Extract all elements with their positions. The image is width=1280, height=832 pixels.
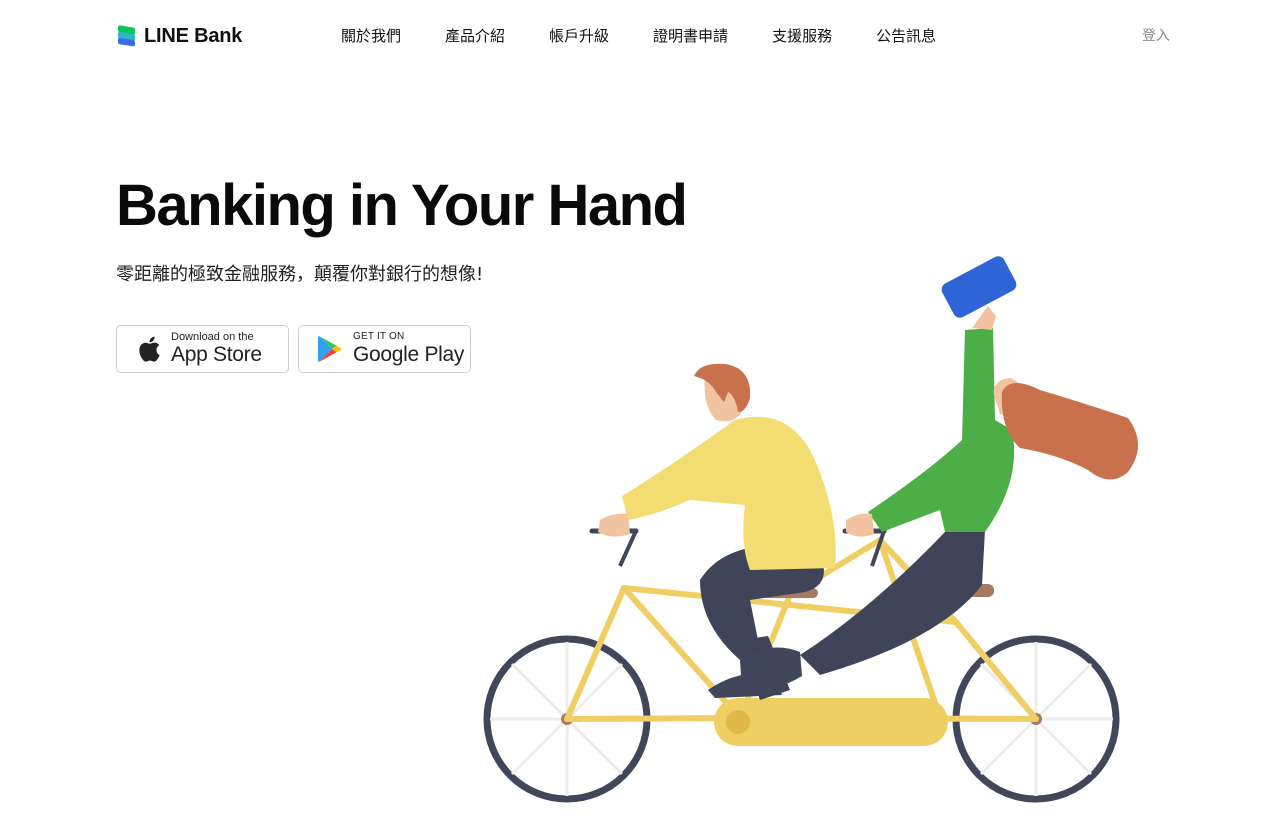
nav-item-support[interactable]: 支援服務	[772, 25, 832, 47]
app-store-small-text: Download on the	[171, 331, 254, 343]
google-play-button[interactable]: GET IT ON Google Play	[298, 325, 471, 373]
apple-icon	[133, 334, 163, 364]
line-bank-logo[interactable]: LINE Bank	[116, 24, 242, 48]
tandem-bike-illustration	[483, 256, 1138, 803]
main-nav: 關於我們 產品介紹 帳戶升級 證明書申請 支援服務 公告訊息	[341, 25, 980, 47]
app-store-button[interactable]: Download on the App Store	[116, 325, 289, 373]
logo-text: LINE Bank	[144, 24, 243, 47]
google-play-small-text: GET IT ON	[353, 331, 405, 342]
nav-item-about[interactable]: 關於我們	[341, 25, 401, 47]
google-play-icon	[315, 334, 345, 364]
google-play-big-text: Google Play	[353, 343, 465, 366]
app-store-text: Download on the App Store	[171, 331, 262, 367]
nav-item-products[interactable]: 產品介紹	[445, 25, 505, 47]
site-header: LINE Bank 關於我們 產品介紹 帳戶升級 證明書申請 支援服務 公告訊息…	[0, 0, 1280, 72]
app-store-big-text: App Store	[171, 343, 262, 366]
nav-item-account-upgrade[interactable]: 帳戶升級	[549, 25, 609, 47]
login-link[interactable]: 登入	[1142, 25, 1170, 47]
hero-subtitle: 零距離的極致金融服務，顛覆你對銀行的想像!	[116, 264, 484, 285]
phone-icon	[941, 256, 1017, 318]
nav-item-announcements[interactable]: 公告訊息	[876, 25, 936, 47]
store-buttons: Download on the App Store GET IT ON Goog…	[116, 325, 480, 373]
google-play-text: GET IT ON Google Play	[353, 331, 464, 367]
nav-item-certificate[interactable]: 證明書申請	[653, 25, 728, 47]
hero-title: Banking in Your Hand	[116, 173, 688, 238]
line-bank-logo-icon	[118, 25, 135, 47]
